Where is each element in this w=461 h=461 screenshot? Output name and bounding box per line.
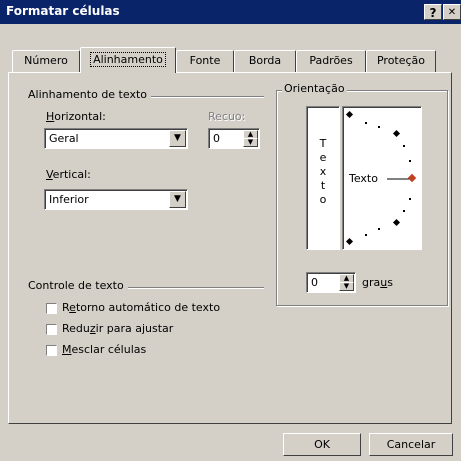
wrap-text-label[interactable]: Retorno automático de texto — [62, 301, 220, 314]
tab-alinhamento[interactable]: Alinhamento — [80, 47, 176, 73]
tab-numero[interactable]: Número — [12, 50, 80, 72]
vertical-select[interactable]: Inferior ▼ — [44, 189, 188, 210]
shrink-to-fit-label[interactable]: Reduzir para ajustar — [62, 322, 173, 335]
merge-cells-label[interactable]: Mesclar células — [62, 343, 146, 356]
orientation-dial[interactable]: Texto — [342, 106, 422, 250]
cancel-button[interactable]: Cancelar — [369, 433, 453, 456]
orientation-group-label: Orientação — [282, 82, 347, 95]
help-button[interactable]: ? — [424, 4, 442, 20]
text-control-group-label: Controle de texto — [26, 279, 128, 292]
vertical-label: Vertical: — [46, 168, 91, 181]
indent-label: Recuo: — [208, 110, 246, 123]
dial-text: Texto — [349, 172, 378, 185]
degrees-spinner[interactable]: 0 ▲ ▼ — [306, 272, 356, 293]
horizontal-select[interactable]: Geral ▼ — [44, 128, 188, 149]
merge-cells-checkbox[interactable] — [46, 345, 57, 356]
tab-fonte[interactable]: Fonte — [176, 50, 234, 72]
chevron-down-icon[interactable]: ▼ — [169, 130, 186, 147]
tab-protecao[interactable]: Proteção — [366, 50, 436, 72]
shrink-to-fit-checkbox[interactable] — [46, 324, 57, 335]
tab-borda[interactable]: Borda — [234, 50, 296, 72]
close-button[interactable]: ✕ — [443, 4, 461, 20]
alignment-group-label: Alinhamento de texto — [26, 88, 152, 101]
vertical-text: T e x t o — [319, 137, 327, 206]
dialog-title: Formatar células — [6, 4, 120, 18]
wrap-text-checkbox[interactable] — [46, 303, 57, 314]
spin-down-icon[interactable]: ▼ — [339, 282, 354, 291]
chevron-down-icon[interactable]: ▼ — [169, 191, 186, 208]
horizontal-label: Horizontal: — [46, 110, 106, 123]
vertical-text-box[interactable]: T e x t o — [306, 106, 340, 250]
degrees-label: graus — [362, 276, 393, 289]
spin-down-icon[interactable]: ▼ — [243, 138, 258, 147]
ok-button[interactable]: OK — [283, 433, 361, 456]
tab-padroes[interactable]: Padrões — [296, 50, 366, 72]
indent-spinner[interactable]: 0 ▲ ▼ — [208, 128, 260, 149]
